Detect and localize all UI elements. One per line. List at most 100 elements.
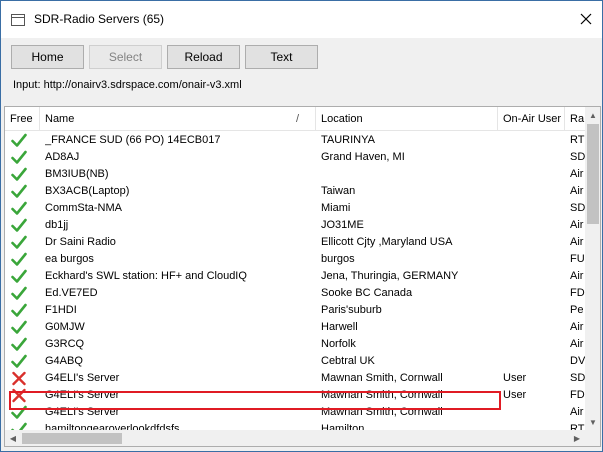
column-header-onair-user[interactable]: On-Air User [498, 107, 565, 131]
cell-onair-user [503, 200, 565, 217]
vertical-scrollbar[interactable]: ▲ ▼ [585, 107, 600, 430]
cell-onair-user [503, 285, 565, 302]
checkmark-icon [11, 133, 29, 148]
scroll-right-icon[interactable]: ▶ [569, 430, 585, 446]
text-button[interactable]: Text [245, 45, 318, 69]
cell-location: Taiwan [321, 185, 356, 197]
scroll-down-icon[interactable]: ▼ [585, 414, 600, 430]
cell-name: _FRANCE SUD (66 PO) 14ECB017 [45, 134, 221, 146]
table-row[interactable]: CommSta-NMA Miami SD [5, 200, 585, 217]
select-button[interactable]: Select [89, 45, 162, 69]
table-row[interactable]: G4ELI's Server Mawnan Smith, Cornwall User… [5, 370, 585, 387]
server-list[interactable]: Free Name / Location On-Air User Ra _FRA… [4, 106, 601, 447]
cell-rate: FD [570, 287, 585, 299]
table-row[interactable]: Ed.VE7ED Sooke BC Canada FD [5, 285, 585, 302]
cell-onair-user: User [503, 389, 527, 401]
horizontal-scrollbar[interactable]: ◀ ▶ [5, 430, 585, 446]
table-row[interactable]: F1HDI Paris'suburb Pe [5, 302, 585, 319]
vertical-scroll-thumb[interactable] [587, 124, 599, 224]
window-title: SDR-Radio Servers (65) [34, 12, 165, 26]
app-icon [10, 12, 26, 28]
table-row[interactable]: BX3ACB(Laptop) Taiwan Air [5, 183, 585, 200]
table-row[interactable]: db1jj JO31ME Air [5, 217, 585, 234]
cell-onair-user [503, 234, 565, 251]
cell-name: F1HDI [45, 304, 77, 316]
cell-location: Paris'suburb [321, 304, 382, 316]
table-row[interactable]: G3RCQ Norfolk Air [5, 336, 585, 353]
reload-button[interactable]: Reload [167, 45, 240, 69]
cell-name: G4ABQ [45, 355, 83, 367]
cell-name: G4ELI's Server [45, 372, 120, 384]
sdr-radio-servers-window: SDR-Radio Servers (65) Home Select Reloa… [0, 0, 603, 452]
cell-onair-user [503, 353, 565, 370]
column-header-location[interactable]: Location [316, 107, 498, 131]
cell-name: BX3ACB(Laptop) [45, 185, 130, 197]
cell-location: Norfolk [321, 338, 356, 350]
table-row[interactable]: Eckhard's SWL station: HF+ and CloudIQ Je… [5, 268, 585, 285]
table-row[interactable]: BM3IUB(NB) Air [5, 166, 585, 183]
column-header-rate[interactable]: Ra [565, 107, 585, 131]
table-row[interactable]: G4ABQ Cebtral UK DV [5, 353, 585, 370]
sort-indicator: / [296, 113, 300, 125]
checkmark-icon [11, 167, 29, 182]
column-header-name-label: Name [45, 113, 75, 125]
cell-name: Eckhard's SWL station: HF+ and CloudIQ [45, 270, 247, 282]
scroll-left-icon[interactable]: ◀ [5, 430, 21, 446]
cell-location: Mawnan Smith, Cornwall [321, 372, 443, 384]
table-row[interactable]: Dr Saini Radio Ellicott Cjty ,Maryland US… [5, 234, 585, 251]
scroll-up-icon[interactable]: ▲ [585, 107, 600, 123]
cell-rate: SD [570, 151, 585, 163]
checkmark-icon [11, 303, 29, 318]
cell-name: G3RCQ [45, 338, 85, 350]
cell-onair-user [503, 132, 565, 149]
checkmark-icon [11, 354, 29, 369]
checkmark-icon [11, 218, 29, 233]
horizontal-scroll-thumb[interactable] [22, 433, 122, 444]
cell-location [321, 166, 501, 183]
table-row[interactable]: AD8AJ Grand Haven, MI SD [5, 149, 585, 166]
list-header: Free Name / Location On-Air User Ra [5, 107, 585, 131]
cell-onair-user: User [503, 372, 527, 384]
cell-location: Cebtral UK [321, 355, 375, 367]
cell-location: TAURINYA [321, 134, 375, 146]
cell-rate: DV [570, 355, 585, 367]
home-button[interactable]: Home [11, 45, 84, 69]
checkmark-icon [11, 320, 29, 335]
cell-rate: Air [570, 236, 584, 248]
cell-onair-user [503, 183, 565, 200]
cell-rate: Air [570, 270, 584, 282]
checkmark-icon [11, 201, 29, 216]
cell-onair-user [503, 217, 565, 234]
checkmark-icon [11, 235, 29, 250]
cell-name: ea burgos [45, 253, 94, 265]
scrollbar-corner [585, 430, 600, 446]
close-button[interactable] [570, 4, 602, 34]
cell-name: BM3IUB(NB) [45, 168, 109, 180]
checkmark-icon [11, 286, 29, 301]
table-row[interactable]: G0MJW Harwell Air [5, 319, 585, 336]
cell-location: Grand Haven, MI [321, 151, 405, 163]
cell-location: Sooke BC Canada [321, 287, 413, 299]
cell-rate: Air [570, 406, 584, 418]
column-header-name[interactable]: Name [40, 107, 316, 131]
toolbar: Home Select Reload Text Input: http://on… [1, 38, 602, 101]
cell-name: Ed.VE7ED [45, 287, 98, 299]
column-header-free[interactable]: Free [5, 107, 40, 131]
table-row[interactable]: ea burgos burgos FU [5, 251, 585, 268]
cell-rate: SD [570, 372, 585, 384]
cell-rate: Pe [570, 304, 584, 316]
cell-name: CommSta-NMA [45, 202, 123, 214]
cell-location: Jena, Thuringia, GERMANY [321, 270, 459, 282]
checkmark-icon [11, 252, 29, 267]
cross-icon [11, 371, 29, 386]
cell-name: AD8AJ [45, 151, 80, 163]
cell-onair-user [503, 268, 565, 285]
cell-rate: Air [570, 219, 584, 231]
cell-rate: Air [570, 168, 584, 180]
table-row[interactable]: _FRANCE SUD (66 PO) 14ECB017 TAURINYA RT [5, 132, 585, 149]
checkmark-icon [11, 150, 29, 165]
cell-onair-user [503, 166, 565, 183]
cell-location: Miami [321, 202, 351, 214]
cell-onair-user [503, 251, 565, 268]
cell-onair-user [503, 336, 565, 353]
